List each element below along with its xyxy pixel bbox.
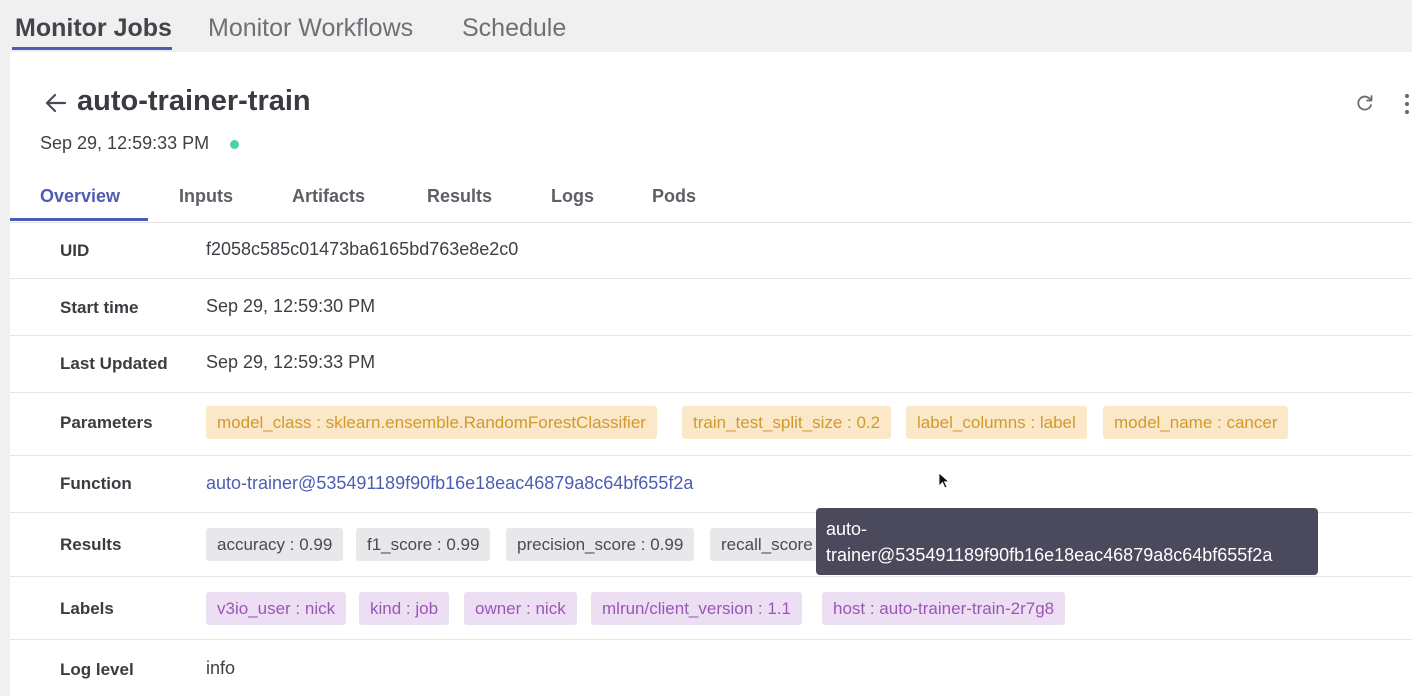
row-start-time: Start time Sep 29, 12:59:30 PM [10, 279, 1412, 336]
page-title: auto-trainer-train [77, 85, 311, 117]
tab-schedule[interactable]: Schedule [462, 14, 566, 43]
function-link[interactable]: auto-trainer@535491189f90fb16e18eac46879… [206, 473, 693, 494]
start-time-label: Start time [60, 298, 139, 317]
row-log-level: Log level info [10, 640, 1412, 696]
job-date: Sep 29, 12:59:33 PM [40, 133, 210, 153]
parameter-chip: label_columns : label [906, 406, 1087, 439]
tab-monitor-workflows[interactable]: Monitor Workflows [208, 14, 413, 43]
parameter-chip: train_test_split_size : 0.2 [682, 406, 892, 439]
label-chip: owner : nick [464, 592, 577, 625]
result-chip: recall_score [710, 528, 824, 561]
status-indicator [230, 140, 239, 149]
log-level-value: info [206, 658, 236, 678]
tab-logs[interactable]: Logs [551, 186, 594, 207]
detail-tab-bar: Overview Inputs Artifacts Results Logs P… [10, 170, 1412, 223]
tab-overview[interactable]: Overview [40, 186, 120, 207]
uid-label: UID [60, 241, 90, 260]
last-updated-label: Last Updated [60, 354, 168, 373]
last-updated-value: Sep 29, 12:59:33 PM [206, 352, 376, 372]
tab-artifacts[interactable]: Artifacts [292, 186, 365, 207]
kebab-menu-icon[interactable] [1402, 92, 1412, 116]
tab-inputs[interactable]: Inputs [179, 186, 233, 207]
row-labels: Labels v3io_user : nick kind : job owner… [10, 577, 1412, 640]
tab-monitor-jobs[interactable]: Monitor Jobs [15, 14, 172, 43]
function-tooltip: auto- trainer@535491189f90fb16e18eac4687… [816, 508, 1318, 575]
label-chip: v3io_user : nick [206, 592, 347, 625]
row-uid: UID f2058c585c01473ba6165bd763e8e2c0 [10, 223, 1412, 279]
row-function: Function auto-trainer@535491189f90fb16e1… [10, 456, 1412, 513]
label-chip: mlrun/client_version : 1.1 [591, 592, 802, 625]
log-level-label: Log level [60, 660, 134, 679]
tooltip-line-1: auto- [826, 519, 868, 539]
results-label: Results [60, 535, 122, 554]
parameter-chip: model_class : sklearn.ensemble.RandomFor… [206, 406, 657, 439]
parameters-label: Parameters [60, 413, 153, 432]
label-chip: kind : job [359, 592, 450, 625]
uid-value: f2058c585c01473ba6165bd763e8e2c0 [206, 239, 519, 259]
back-arrow-icon[interactable] [43, 90, 69, 116]
label-chip: host : auto-trainer-train-2r7g8 [822, 592, 1066, 625]
result-chip: precision_score : 0.99 [506, 528, 695, 561]
tab-results[interactable]: Results [427, 186, 492, 207]
tooltip-line-2: trainer@535491189f90fb16e18eac46879a8c64… [826, 545, 1273, 565]
function-label: Function [60, 474, 132, 493]
top-tab-bar: Monitor Jobs Monitor Workflows Schedule [0, 0, 1412, 50]
active-tab-indicator [12, 47, 172, 50]
labels-label: Labels [60, 599, 114, 618]
refresh-icon[interactable] [1354, 92, 1376, 114]
row-parameters: Parameters model_class : sklearn.ensembl… [10, 393, 1412, 456]
parameter-chip: model_name : cancer [1103, 406, 1289, 439]
active-detail-tab-indicator [10, 218, 148, 221]
result-chip: accuracy : 0.99 [206, 528, 344, 561]
row-last-updated: Last Updated Sep 29, 12:59:33 PM [10, 336, 1412, 393]
tab-pods[interactable]: Pods [652, 186, 696, 207]
cursor-icon [938, 472, 950, 489]
result-chip: f1_score : 0.99 [356, 528, 491, 561]
job-details-panel: auto-trainer-train Sep 29, 12:59:33 PM O… [10, 52, 1412, 696]
start-time-value: Sep 29, 12:59:30 PM [206, 296, 376, 316]
